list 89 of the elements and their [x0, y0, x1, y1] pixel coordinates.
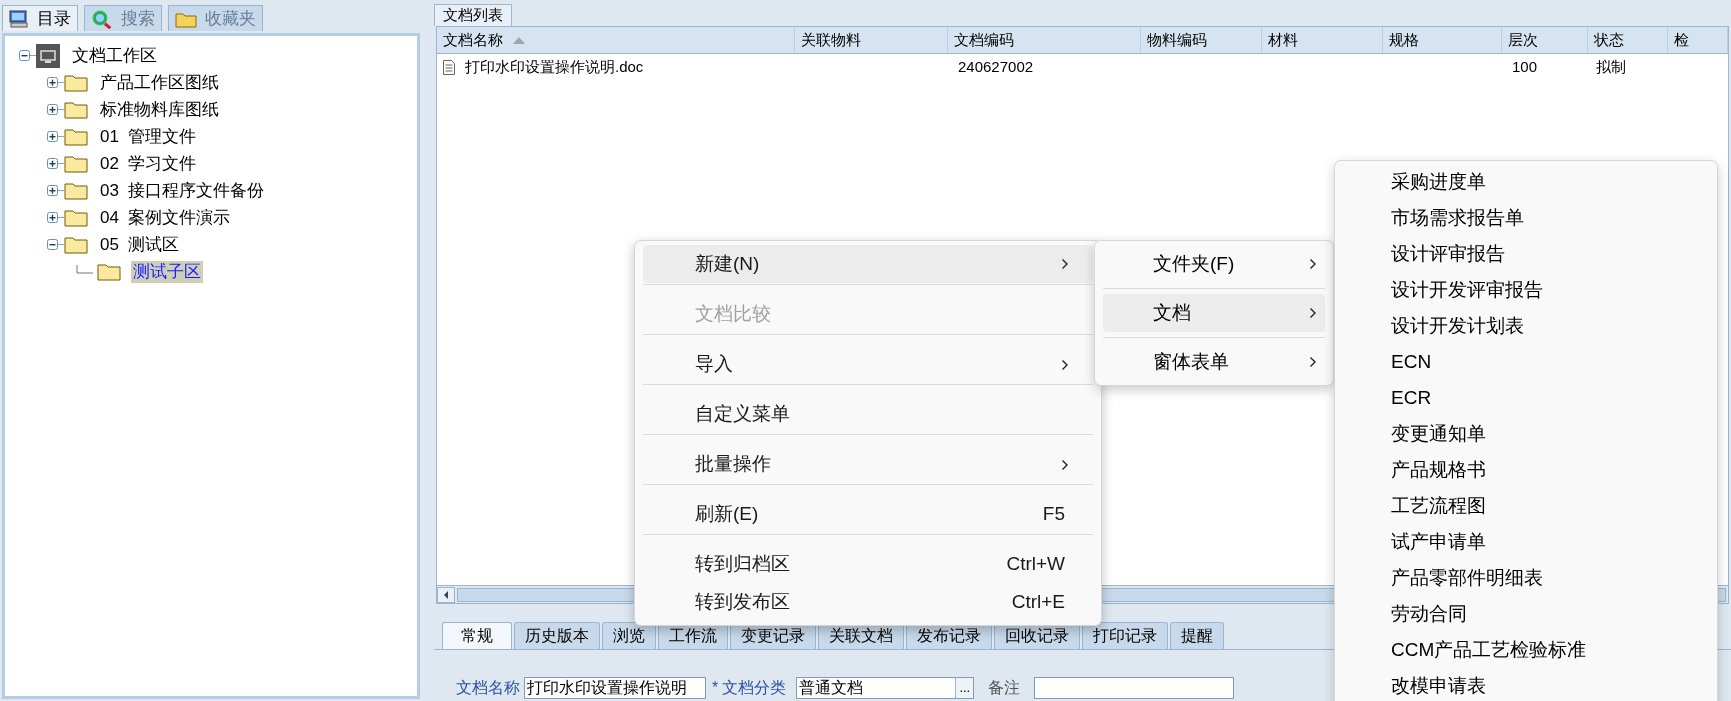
tree-item[interactable]: 产品工作区图纸: [98, 71, 221, 94]
computer-icon: [9, 9, 29, 28]
category-field[interactable]: 普通文档 ...: [796, 677, 975, 699]
expand-icon[interactable]: [47, 77, 58, 88]
menu-item[interactable]: 导入: [643, 334, 1093, 383]
folder-icon: [64, 73, 88, 92]
required-mark: *: [712, 678, 719, 698]
table-cell-text: 100: [1511, 56, 1539, 77]
menu-item[interactable]: 改模申请表: [1335, 668, 1717, 701]
column-header[interactable]: 文档编码: [948, 27, 1141, 53]
folder-icon: [64, 208, 88, 227]
name-field[interactable]: 打印水印设置操作说明: [524, 677, 706, 699]
chevron-right-icon: [1309, 258, 1317, 270]
menu-item[interactable]: 转到发布区 Ctrl+E: [643, 583, 1093, 621]
menu-item[interactable]: 试产申请单: [1335, 524, 1717, 560]
tab[interactable]: 常规: [442, 622, 512, 649]
folder-icon: [97, 262, 121, 281]
menu-item[interactable]: 设计开发计划表: [1335, 308, 1717, 344]
field-label: 文档分类: [722, 678, 787, 698]
expand-icon[interactable]: [47, 158, 58, 169]
collapse-icon[interactable]: [19, 50, 30, 61]
tree-item[interactable]: 04 案例文件演示: [98, 206, 233, 229]
tree-item[interactable]: 03 接口程序文件备份: [98, 179, 267, 202]
menu-item[interactable]: 设计评审报告: [1335, 236, 1717, 272]
tree-item[interactable]: 测试子区: [131, 260, 203, 283]
menu-item[interactable]: 变更通知单: [1335, 416, 1717, 452]
chevron-right-icon: [1061, 458, 1069, 471]
field-label: 备注: [988, 678, 1021, 698]
tab[interactable]: 提醒: [1170, 622, 1224, 649]
menu-item[interactable]: 新建(N): [643, 245, 1093, 283]
table-cell-text: 240627002: [957, 56, 1035, 77]
expand-icon[interactable]: [47, 185, 58, 196]
expand-icon[interactable]: [47, 104, 58, 115]
menu-item[interactable]: 刷新(E) F5: [643, 484, 1093, 533]
menu-item[interactable]: 采购进度单: [1335, 164, 1717, 200]
folder-icon: [64, 127, 88, 146]
collapse-icon[interactable]: [47, 239, 58, 250]
menu-item[interactable]: 批量操作: [643, 434, 1093, 483]
menu-item[interactable]: 文件夹(F): [1103, 245, 1325, 283]
menu-item[interactable]: 自定义菜单: [643, 384, 1093, 433]
chevron-right-icon: [1061, 258, 1069, 270]
menu-item[interactable]: 产品零部件明细表: [1335, 560, 1717, 596]
expand-icon[interactable]: [47, 131, 58, 142]
menu-item[interactable]: 文档: [1103, 294, 1325, 332]
menu-item[interactable]: 窗体表单: [1103, 343, 1325, 381]
column-header[interactable]: 物料编码: [1141, 27, 1262, 53]
document-icon: [443, 59, 455, 75]
field-label: 文档名称: [456, 678, 520, 698]
menu-item[interactable]: 转到归档区 Ctrl+W: [643, 534, 1093, 583]
tab[interactable]: 浏览: [602, 622, 656, 649]
scroll-left-icon[interactable]: [437, 586, 455, 603]
magnifier-icon: [91, 8, 113, 29]
menu-item[interactable]: ECN: [1335, 344, 1717, 380]
table-cell-text: 拟制: [1595, 56, 1627, 77]
tree-item[interactable]: 02 学习文件: [98, 152, 199, 175]
tab[interactable]: 历史版本: [514, 622, 600, 649]
menu-item[interactable]: 市场需求报告单: [1335, 200, 1717, 236]
tab[interactable]: 打印记录: [1082, 622, 1168, 649]
column-header[interactable]: 规格: [1383, 27, 1502, 53]
column-header[interactable]: 材料: [1262, 27, 1383, 53]
tree-item[interactable]: 标准物料库图纸: [98, 98, 221, 121]
menu-item[interactable]: ECR: [1335, 380, 1717, 416]
menu-item[interactable]: 工艺流程图: [1335, 488, 1717, 524]
column-header[interactable]: 关联物料: [795, 27, 948, 53]
folder-icon: [64, 154, 88, 173]
tree-item[interactable]: 文档工作区: [70, 44, 159, 67]
tab[interactable]: 文档列表: [434, 4, 512, 26]
menu-item[interactable]: CCM产品工艺检验标准: [1335, 632, 1717, 668]
tree-item[interactable]: 05 测试区: [98, 233, 182, 256]
tab[interactable]: 目录: [2, 5, 78, 31]
menu-item[interactable]: 设计开发评审报告: [1335, 272, 1717, 308]
folder-icon: [64, 100, 88, 119]
chevron-right-icon: [1061, 358, 1069, 371]
monitor-icon: [36, 43, 60, 68]
menu-item[interactable]: 产品规格书: [1335, 452, 1717, 488]
column-header[interactable]: 检: [1668, 27, 1728, 53]
column-header[interactable]: 文档名称: [437, 27, 795, 53]
column-header[interactable]: 状态: [1588, 27, 1668, 53]
tree-item[interactable]: 01 管理文件: [98, 125, 199, 148]
column-header[interactable]: 层次: [1502, 27, 1588, 53]
menu-item[interactable]: 劳动合同: [1335, 596, 1717, 632]
chevron-right-icon: [1309, 356, 1317, 368]
chevron-right-icon: [1309, 307, 1317, 319]
browse-button[interactable]: ...: [955, 678, 974, 698]
note-field[interactable]: [1034, 677, 1235, 699]
folder-icon: [64, 181, 88, 200]
table-cell-text: 打印水印设置操作说明.doc: [465, 56, 644, 77]
folder-icon: [64, 235, 88, 254]
expand-icon[interactable]: [47, 212, 58, 223]
